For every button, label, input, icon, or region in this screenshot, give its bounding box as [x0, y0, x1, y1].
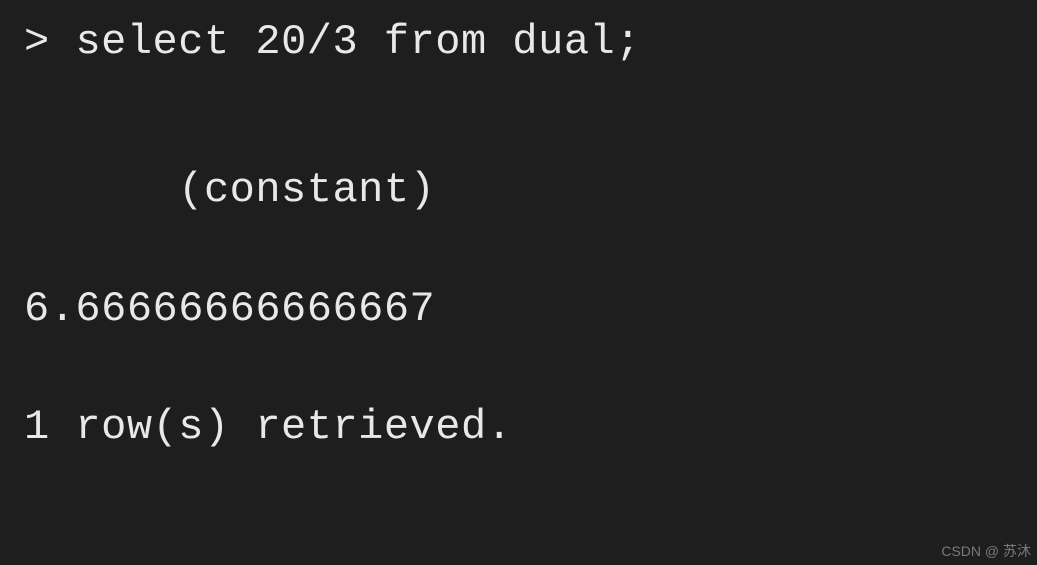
status-line: 1 row(s) retrieved.: [24, 403, 1013, 451]
column-header: (constant): [178, 166, 435, 214]
column-header-line: (constant): [24, 166, 1013, 214]
query-line[interactable]: > select 20/3 from dual;: [24, 18, 1013, 66]
watermark: CSDN @ 苏沐: [941, 541, 1031, 561]
status-text: 1 row(s) retrieved.: [24, 403, 512, 451]
sql-query: select 20/3 from dual;: [75, 18, 641, 66]
result-row: 6.66666666666667: [24, 285, 1013, 333]
result-value: 6.66666666666667: [24, 285, 435, 333]
prompt-symbol: >: [24, 18, 50, 66]
